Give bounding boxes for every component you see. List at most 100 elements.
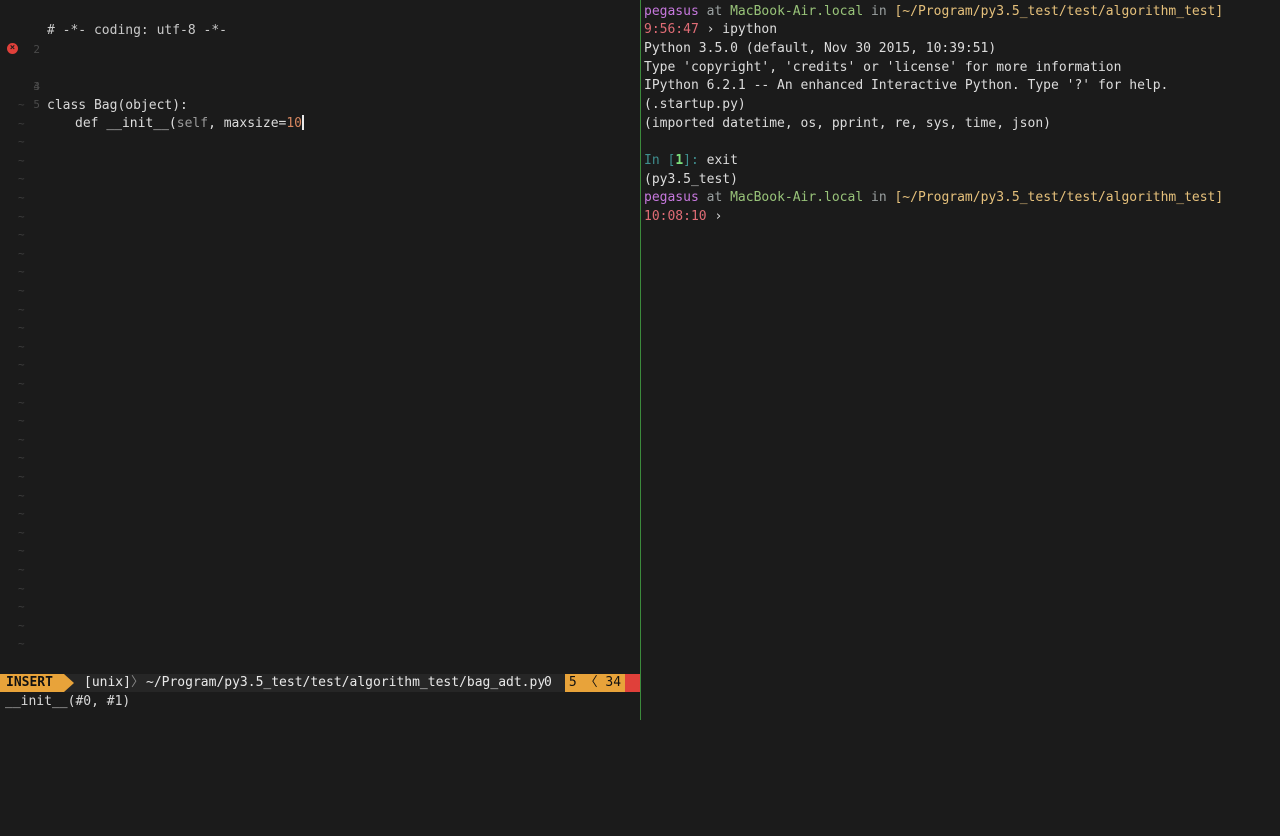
tilde-marker: ~ — [18, 209, 25, 223]
shell-prompt-symbol: › — [706, 209, 723, 224]
editor-line-current[interactable]: 5 def __init__(self, maxsize=10 — [0, 76, 640, 131]
empty-line-tilde: ~ — [0, 132, 640, 151]
empty-line-tilde: ~ — [0, 207, 640, 226]
prompt-at: at — [698, 4, 731, 19]
empty-line-tilde: ~ — [0, 634, 640, 653]
syntax-error-indicator — [625, 674, 640, 692]
tilde-marker: ~ — [18, 544, 25, 558]
empty-line-tilde: ~ — [0, 337, 640, 356]
empty-line-tilde: ~ — [0, 448, 640, 467]
editor-line[interactable]: 2 — [0, 21, 640, 56]
empty-line-tilde: ~ — [0, 355, 640, 374]
empty-line-tilde: ~ — [0, 169, 640, 188]
output-line: Type 'copyright', 'credits' or 'license'… — [644, 60, 1122, 75]
tilde-marker: ~ — [18, 525, 25, 539]
input-prompt: In [1]: — [644, 153, 707, 168]
tilde-marker: ~ — [18, 116, 25, 130]
tilde-marker: ~ — [18, 395, 25, 409]
empty-line-tilde: ~ — [0, 597, 640, 616]
input-prompt-close: ]: — [683, 153, 707, 168]
tilde-marker: ~ — [18, 153, 25, 167]
ipython-command: exit — [706, 153, 738, 168]
mode-indicator: INSERT — [0, 674, 64, 692]
shell-command: › ipython — [698, 22, 778, 37]
empty-line-tilde: ~ — [0, 188, 640, 207]
vim-editor-pane[interactable]: # -*- coding: utf-8 -*- 2 × 3 class Bag(… — [0, 0, 640, 674]
line-position: 5 — [568, 675, 577, 690]
empty-line-tilde: ~ — [0, 504, 640, 523]
empty-line-tilde: ~ — [0, 95, 640, 114]
tilde-marker: ~ — [18, 228, 25, 242]
error-sign-icon[interactable]: × — [7, 43, 18, 54]
output-line: IPython 6.2.1 -- An enhanced Interactive… — [644, 78, 1169, 93]
prompt-user: pegasus — [644, 4, 699, 19]
tilde-marker: ~ — [18, 358, 25, 372]
shell-prompt-line: pegasus at MacBook-Air.local in [~/Progr… — [644, 2, 1223, 21]
prompt-host: MacBook-Air.local — [730, 4, 864, 19]
empty-line-tilde: ~ — [0, 244, 640, 263]
tilde-marker: ~ — [18, 637, 25, 651]
prompt-time: 9:56:47 — [644, 22, 699, 37]
editor-line[interactable]: 4 — [0, 58, 640, 93]
empty-line-tilde: ~ — [0, 318, 640, 337]
column-position: 34 — [605, 675, 622, 690]
input-prompt-open: In [ — [644, 153, 676, 168]
tilde-marker: ~ — [18, 377, 25, 390]
editor-line[interactable]: # -*- coding: utf-8 -*- — [0, 2, 640, 38]
empty-line-tilde: ~ — [0, 151, 640, 170]
prompt-in: in — [863, 4, 895, 19]
output-line: (py3.5_test) — [644, 172, 738, 187]
empty-line-tilde: ~ — [0, 300, 640, 319]
tilde-marker: ~ — [18, 302, 25, 316]
input-number: 1 — [675, 153, 684, 168]
prompt-dir: [~/Program/py3.5_test/test/algorithm_tes… — [894, 190, 1224, 205]
powerline-arrow-icon — [64, 674, 74, 692]
tilde-marker: ~ — [18, 470, 25, 483]
tilde-marker: ~ — [18, 135, 25, 149]
empty-line-tilde: ~ — [0, 374, 640, 393]
tilde-marker: ~ — [18, 600, 25, 614]
tilde-marker: ~ — [18, 339, 25, 353]
tilde-marker: ~ — [18, 488, 25, 502]
cursor-position: 5 〈 34 — [565, 674, 625, 692]
empty-line-tilde: ~ — [0, 560, 640, 579]
tilde-marker: ~ — [18, 191, 25, 204]
empty-line-tilde: ~ — [0, 281, 640, 300]
output-line: Python 3.5.0 (default, Nov 30 2015, 10:3… — [644, 41, 997, 56]
file-format: [unix] — [84, 675, 131, 690]
tilde-marker: ~ — [18, 451, 25, 465]
empty-line-tilde: ~ — [0, 114, 640, 133]
tilde-marker: ~ — [18, 507, 25, 521]
warning-count: 0 — [544, 675, 552, 690]
tilde-marker: ~ — [18, 284, 25, 297]
empty-line-tilde: ~ — [0, 467, 640, 486]
tilde-marker: ~ — [18, 414, 25, 428]
empty-line-tilde: ~ — [0, 411, 640, 430]
tilde-marker: ~ — [18, 172, 25, 186]
empty-line-tilde: ~ — [0, 225, 640, 244]
shell-command-line[interactable]: 10:08:10 › — [644, 207, 722, 226]
shell-command-line: 9:56:47 › ipython — [644, 20, 777, 39]
empty-line-tilde: ~ — [0, 616, 640, 635]
tilde-marker: ~ — [18, 98, 25, 111]
terminal-pane[interactable]: pegasus at MacBook-Air.local in [~/Progr… — [641, 0, 1280, 720]
empty-line-tilde: ~ — [0, 541, 640, 560]
empty-line-tilde: ~ — [0, 579, 640, 598]
tilde-marker: ~ — [18, 321, 25, 335]
ipython-input-line: In [1]: exit — [644, 151, 738, 170]
prompt-host: MacBook-Air.local — [730, 190, 864, 205]
shell-prompt-line: pegasus at MacBook-Air.local in [~/Progr… — [644, 188, 1223, 207]
tilde-marker: ~ — [18, 432, 25, 446]
file-path: ~/Program/py3.5_test/test/algorithm_test… — [146, 675, 546, 690]
vim-statusline: INSERT [unix] 〉 ~/Program/py3.5_test/tes… — [0, 674, 640, 692]
tilde-marker: ~ — [18, 265, 25, 279]
editor-line[interactable]: × 3 class Bag(object): — [0, 39, 640, 113]
empty-line-tilde: ~ — [0, 430, 640, 449]
prompt-time: 10:08:10 — [644, 209, 707, 224]
position-separator: 〈 — [584, 675, 598, 690]
output-line: (.startup.py) — [644, 97, 746, 112]
empty-line-tilde: ~ — [0, 262, 640, 281]
command-line[interactable]: __init__(#0, #1) — [5, 693, 130, 711]
prompt-at: at — [698, 190, 731, 205]
prompt-in: in — [863, 190, 895, 205]
